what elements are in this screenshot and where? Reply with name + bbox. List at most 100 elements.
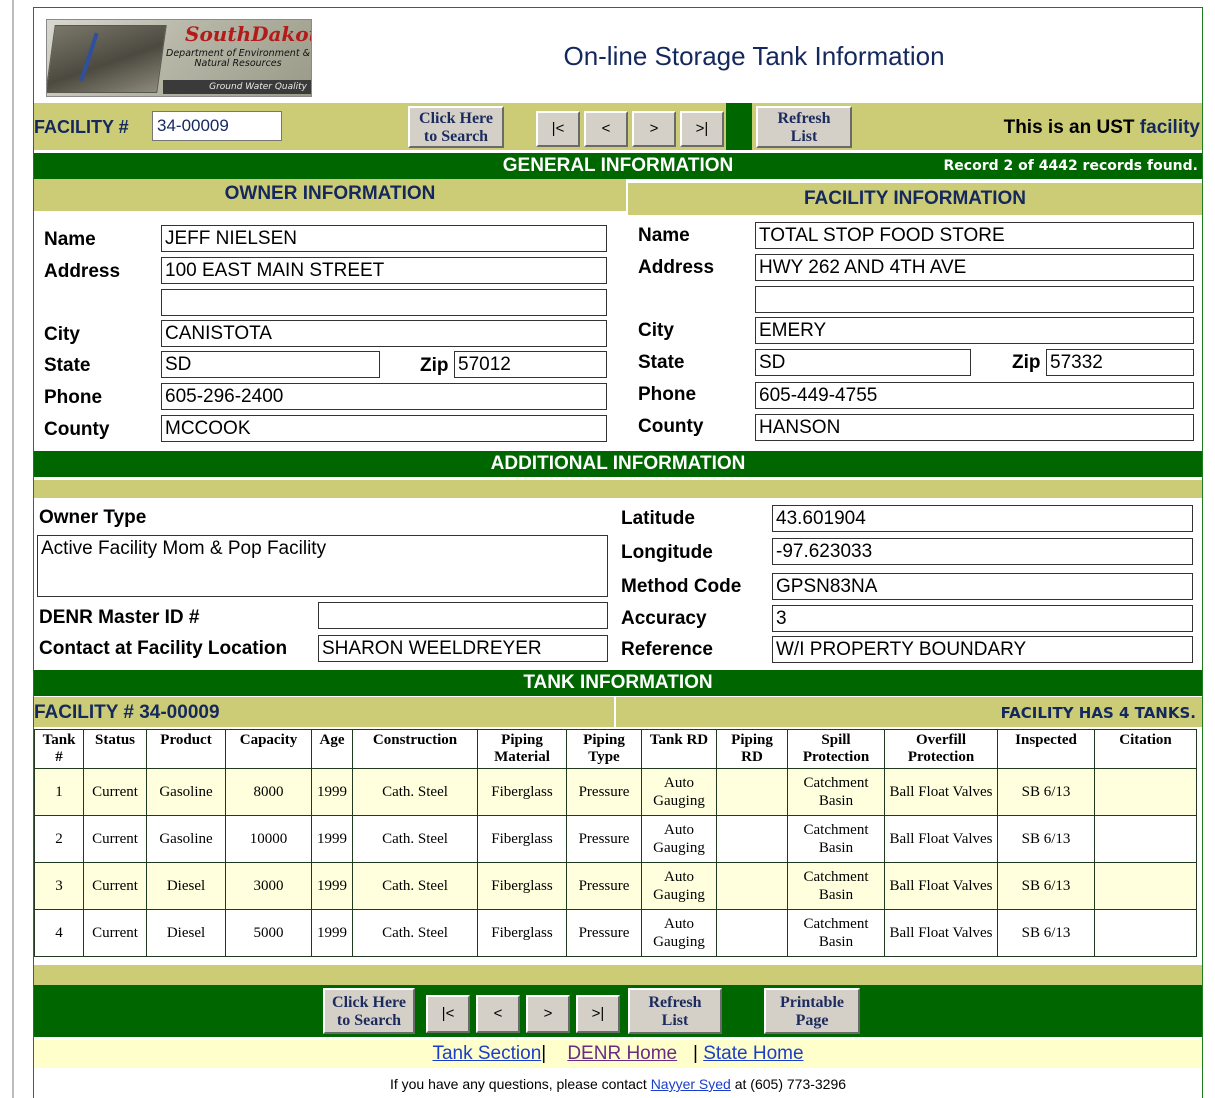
- cell-tank-rd: Auto Gauging: [641, 768, 717, 816]
- cell-piping-type: Pressure: [566, 909, 642, 957]
- col-piping-type: Piping Type: [566, 729, 642, 769]
- nav-green-separator: [726, 103, 752, 150]
- owner-zip-field[interactable]: 57012: [454, 351, 607, 378]
- owner-state-field[interactable]: SD: [161, 351, 380, 378]
- denr-home-link[interactable]: DENR Home: [567, 1043, 677, 1064]
- next-record-button[interactable]: >: [632, 111, 676, 147]
- method-code-label: Method Code: [621, 576, 742, 597]
- cell-capacity: 8000: [225, 768, 312, 816]
- tank-section-link[interactable]: Tank Section: [432, 1043, 541, 1064]
- cell-overfill-protection: Ball Float Valves: [884, 909, 998, 957]
- owner-address-field-1[interactable]: 100 EAST MAIN STREET: [161, 257, 607, 284]
- facility-address-field-1[interactable]: HWY 262 AND 4TH AVE: [755, 254, 1194, 281]
- col-product: Product: [146, 729, 226, 769]
- owner-phone-label: Phone: [44, 387, 103, 408]
- tank-count-text: FACILITY HAS 4 TANKS.: [1000, 704, 1196, 722]
- reference-label: Reference: [621, 639, 713, 660]
- owner-heading-bar: OWNER INFORMATION: [34, 179, 626, 211]
- contact-prefix: If you have any questions, please contac…: [389, 1076, 651, 1092]
- bottom-previous-record-button[interactable]: <: [476, 995, 520, 1033]
- bottom-first-record-button[interactable]: |<: [426, 995, 470, 1033]
- owner-phone-field[interactable]: 605-296-2400: [161, 383, 607, 410]
- cell-spill-protection: Catchment Basin: [787, 815, 885, 863]
- owner-county-field[interactable]: MCCOOK: [161, 415, 607, 442]
- bottom-nav-bar: Click Here to Search |< < > >| Refresh L…: [34, 985, 1202, 1037]
- longitude-field[interactable]: -97.623033: [772, 538, 1193, 565]
- latitude-field[interactable]: 43.601904: [772, 505, 1193, 532]
- last-record-button[interactable]: >|: [680, 111, 724, 147]
- longitude-label: Longitude: [621, 542, 713, 563]
- accuracy-label: Accuracy: [621, 608, 707, 629]
- method-code-field[interactable]: GPSN83NA: [772, 573, 1193, 600]
- facility-number-input[interactable]: 34-00009: [152, 111, 282, 141]
- owner-city-field[interactable]: CANISTOTA: [161, 320, 607, 347]
- refresh-button-line1: Refresh: [777, 110, 831, 127]
- owner-name-field[interactable]: JEFF NIELSEN: [161, 225, 607, 252]
- first-record-button[interactable]: |<: [536, 111, 580, 147]
- cell-status: Current: [83, 909, 147, 957]
- printable-line2: Page: [795, 1012, 829, 1029]
- facility-zip-field[interactable]: 57332: [1046, 349, 1194, 376]
- col-piping-rd: Piping RD: [716, 729, 788, 769]
- bottom-last-record-button[interactable]: >|: [576, 995, 620, 1033]
- tank-row: 1 Current Gasoline 8000 1999 Cath. Steel Fiber…: [34, 768, 1197, 816]
- previous-record-button[interactable]: <: [584, 111, 628, 147]
- search-button-line1: Click Here: [419, 110, 493, 127]
- facility-address-field-2[interactable]: [755, 286, 1194, 313]
- record-count-text: Record 2 of 4442 records found.: [943, 158, 1198, 174]
- facility-phone-field[interactable]: 605-449-4755: [755, 382, 1194, 409]
- bottom-next-record-button[interactable]: >: [526, 995, 570, 1033]
- bottom-search-button[interactable]: Click Here to Search: [323, 988, 415, 1034]
- cell-inspected: SB 6/13: [997, 909, 1095, 957]
- facility-type-prefix: This is an UST: [1003, 117, 1140, 138]
- cell-piping-rd: [716, 909, 788, 957]
- col-spill-protection: Spill Protection: [787, 729, 885, 769]
- facility-county-field[interactable]: HANSON: [755, 414, 1194, 441]
- printable-line1: Printable: [780, 994, 844, 1011]
- general-information-bar: GENERAL INFORMATION Record 2 of 4442 rec…: [34, 153, 1202, 179]
- facility-state-field[interactable]: SD: [755, 349, 971, 376]
- facility-contact-field[interactable]: SHARON WEELDREYER: [318, 635, 608, 662]
- additional-information-bar: ADDITIONAL INFORMATION: [34, 451, 1202, 477]
- reference-field[interactable]: W/I PROPERTY BOUNDARY: [772, 636, 1193, 663]
- tank-table-footer-spacer: [34, 965, 1202, 985]
- accuracy-field[interactable]: 3: [772, 605, 1193, 632]
- printable-page-button[interactable]: Printable Page: [764, 988, 860, 1034]
- tank-header-row: Tank # Status Product Capacity Age Const…: [34, 729, 1197, 769]
- cell-age: 1999: [311, 909, 353, 957]
- refresh-list-button[interactable]: Refresh List: [756, 106, 852, 148]
- tank-row: 2 Current Gasoline 10000 1999 Cath. Steel Fibe…: [34, 815, 1197, 863]
- tank-table-body: 1 Current Gasoline 8000 1999 Cath. Steel Fiber…: [34, 768, 1197, 957]
- cell-overfill-protection: Ball Float Valves: [884, 768, 998, 816]
- page-title: On-line Storage Tank Information: [563, 41, 945, 71]
- contact-line: If you have any questions, please contac…: [34, 1076, 1202, 1092]
- cell-status: Current: [83, 862, 147, 910]
- search-button[interactable]: Click Here to Search: [408, 106, 504, 148]
- page-container: SouthDakota Department of Environment & …: [33, 7, 1203, 1098]
- state-home-link[interactable]: State Home: [703, 1043, 803, 1064]
- cell-tank-number: 1: [34, 768, 84, 816]
- cell-piping-type: Pressure: [566, 862, 642, 910]
- cell-spill-protection: Catchment Basin: [787, 862, 885, 910]
- owner-county-label: County: [44, 419, 110, 440]
- facility-city-field[interactable]: EMERY: [755, 317, 1194, 344]
- contact-suffix: at (605) 773-3296: [730, 1076, 847, 1092]
- bottom-refresh-list-button[interactable]: Refresh List: [628, 988, 722, 1034]
- owner-address-field-2[interactable]: [161, 289, 607, 316]
- facility-name-field[interactable]: TOTAL STOP FOOD STORE: [755, 222, 1194, 249]
- footer-separator-1: |: [541, 1043, 547, 1064]
- tank-table-head: Tank # Status Product Capacity Age Const…: [34, 729, 1197, 769]
- cell-product: Diesel: [146, 909, 226, 957]
- tank-facility-bar: FACILITY # 34-00009: [34, 697, 614, 727]
- master-id-field[interactable]: [318, 602, 608, 629]
- owner-type-field[interactable]: Active Facility Mom & Pop Facility: [37, 535, 608, 597]
- contact-name-link[interactable]: Nayyer Syed: [651, 1076, 731, 1092]
- column-separator: [626, 179, 628, 444]
- facility-information-heading: FACILITY INFORMATION: [803, 188, 1026, 209]
- col-construction: Construction: [352, 729, 478, 769]
- cell-spill-protection: Catchment Basin: [787, 909, 885, 957]
- owner-type-label: Owner Type: [39, 507, 147, 528]
- cell-overfill-protection: Ball Float Valves: [884, 862, 998, 910]
- cell-age: 1999: [311, 768, 353, 816]
- facility-heading-bar: FACILITY INFORMATION: [628, 183, 1202, 215]
